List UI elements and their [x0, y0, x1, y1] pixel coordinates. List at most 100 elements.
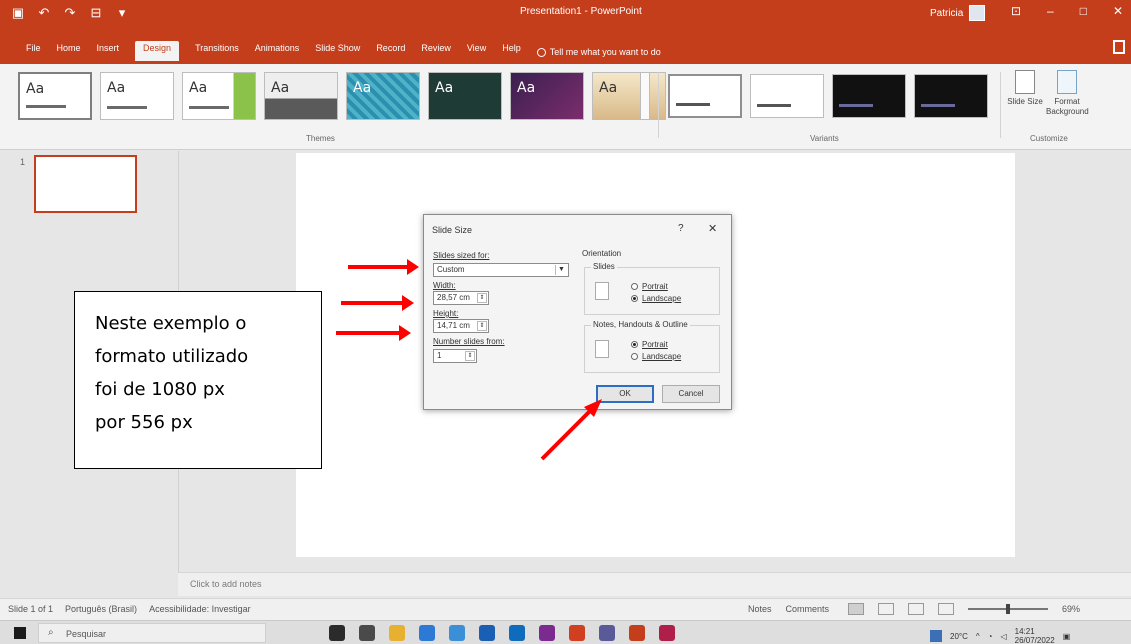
powerpoint-icon[interactable] [629, 625, 645, 641]
weather-temp[interactable]: 20°C [950, 632, 968, 641]
accessibility-status[interactable]: Acessibilidade: Investigar [149, 604, 251, 614]
clock-date: 26/07/2022 [1014, 636, 1055, 644]
comments-toggle[interactable]: Comments [786, 604, 830, 614]
avatar [969, 5, 986, 21]
notes-pane[interactable]: Click to add notes [178, 572, 1131, 596]
share-icon[interactable] [1113, 40, 1125, 54]
app-icon[interactable] [599, 625, 615, 641]
tab-animations[interactable]: Animations [255, 43, 300, 61]
height-field[interactable]: 14,71 cm ⇕ [433, 319, 489, 333]
zoom-slider[interactable] [968, 604, 1048, 614]
tab-file[interactable]: File [26, 43, 41, 61]
app-icon[interactable] [539, 625, 555, 641]
tab-view[interactable]: View [467, 43, 486, 61]
window-controls: ⊡ – □ ✕ [1011, 4, 1123, 18]
office-icon[interactable] [569, 625, 585, 641]
slide-thumbnail[interactable] [34, 155, 137, 213]
zoom-level[interactable]: 69% [1062, 604, 1080, 614]
volume-icon[interactable]: ◁ [1000, 632, 1006, 641]
design-ribbon: Aa Aa Aa Aa Aa Aa Aa Aa Themes Variants … [0, 64, 1131, 150]
store-icon[interactable] [479, 625, 495, 641]
tell-me-search[interactable]: Tell me what you want to do [536, 43, 661, 61]
language-status[interactable]: Português (Brasil) [65, 604, 137, 614]
slides-portrait-radio[interactable]: Portrait [631, 282, 668, 291]
minimize-icon[interactable]: – [1047, 4, 1054, 18]
variant-option[interactable] [750, 74, 824, 118]
cortana-icon[interactable] [329, 625, 345, 641]
windows-start-icon[interactable] [14, 627, 26, 639]
customize-icon[interactable]: ▾ [114, 5, 130, 21]
notifications-icon[interactable]: ▣ [1063, 632, 1071, 641]
task-view-icon[interactable] [359, 625, 375, 641]
number-slides-from-label: Number slides from: [433, 337, 505, 346]
tab-record[interactable]: Record [376, 43, 405, 61]
normal-view-icon[interactable] [848, 603, 864, 615]
app-icon[interactable] [659, 625, 675, 641]
tab-home[interactable]: Home [57, 43, 81, 61]
tab-review[interactable]: Review [421, 43, 451, 61]
reading-view-icon[interactable] [908, 603, 924, 615]
slideshow-view-icon[interactable] [938, 603, 954, 615]
close-icon[interactable]: ✕ [708, 222, 717, 235]
slides-landscape-radio[interactable]: Landscape [631, 294, 681, 303]
maximize-icon[interactable]: □ [1080, 4, 1087, 18]
help-icon[interactable]: ? [678, 223, 684, 234]
ok-button[interactable]: OK [596, 385, 654, 403]
variant-option[interactable] [914, 74, 988, 118]
theme-option[interactable]: Aa [100, 72, 174, 120]
theme-option[interactable]: Aa [428, 72, 502, 120]
theme-option[interactable]: Aa [592, 72, 666, 120]
annotation-text-box: Neste exemplo o formato utilizado foi de… [74, 291, 322, 469]
title-bar: ▣ ↶ ↷ ⊟ ▾ Presentation1 - PowerPoint Pat… [0, 0, 1131, 26]
tab-help[interactable]: Help [502, 43, 521, 61]
file-explorer-icon[interactable] [449, 625, 465, 641]
mail-icon[interactable] [509, 625, 525, 641]
save-icon[interactable]: ▣ [10, 5, 26, 21]
spinner-icon[interactable]: ⇕ [477, 293, 487, 303]
spinner-icon[interactable]: ⇕ [477, 321, 487, 331]
ribbon-display-icon[interactable]: ⊡ [1011, 4, 1021, 18]
clock[interactable]: 14:21 26/07/2022 [1015, 627, 1055, 644]
notes-toggle[interactable]: Notes [748, 604, 772, 614]
theme-option[interactable]: Aa [264, 72, 338, 120]
redo-icon[interactable]: ↷ [62, 5, 78, 21]
number-slides-from-field[interactable]: 1 ⇕ [433, 349, 477, 363]
notes-landscape-radio[interactable]: Landscape [631, 352, 681, 361]
cancel-button[interactable]: Cancel [662, 385, 720, 403]
theme-option[interactable]: Aa [182, 72, 256, 120]
themes-gallery: Aa Aa Aa Aa Aa Aa Aa Aa [18, 72, 666, 120]
theme-office[interactable]: Aa [18, 72, 92, 120]
notes-orientation-group: Notes, Handouts & Outline Portrait Lands… [584, 320, 720, 373]
divider [658, 72, 659, 138]
network-icon[interactable]: ◔ [988, 632, 993, 641]
slide-sorter-icon[interactable] [878, 603, 894, 615]
theme-option[interactable]: Aa [346, 72, 420, 120]
tab-insert[interactable]: Insert [97, 43, 120, 61]
format-background-button[interactable]: Format Background [1046, 70, 1089, 117]
undo-icon[interactable]: ↶ [36, 5, 52, 21]
theme-option[interactable]: Aa [510, 72, 584, 120]
tab-design[interactable]: Design [135, 41, 180, 61]
edge-icon[interactable] [419, 625, 435, 641]
close-window-icon[interactable]: ✕ [1113, 4, 1123, 18]
portrait-page-icon [595, 282, 609, 300]
taskbar-search[interactable]: ⌕ Pesquisar [38, 623, 266, 643]
width-field[interactable]: 28,57 cm ⇕ [433, 291, 489, 305]
slides-orientation-group: Slides Portrait Landscape [584, 262, 720, 315]
tab-slide-show[interactable]: Slide Show [315, 43, 360, 61]
spinner-icon[interactable]: ⇕ [465, 351, 475, 361]
variant-option[interactable] [832, 74, 906, 118]
variant-option[interactable] [668, 74, 742, 118]
tray-arrow-icon[interactable]: ^ [976, 632, 980, 641]
slide-size-button[interactable]: Slide Size [1004, 70, 1046, 107]
chrome-icon[interactable] [389, 625, 405, 641]
ribbon-tabs: File Home Insert Design Transitions Anim… [0, 26, 1131, 64]
themes-scroll-icon[interactable] [640, 72, 650, 120]
annotation-arrow [336, 325, 411, 341]
user-account[interactable]: Patricia [930, 5, 986, 21]
present-icon[interactable]: ⊟ [88, 5, 104, 21]
tab-transitions[interactable]: Transitions [195, 43, 239, 61]
slides-sized-for-select[interactable]: Custom ▼ [433, 263, 569, 277]
notes-portrait-radio[interactable]: Portrait [631, 340, 668, 349]
portrait-page-icon [595, 340, 609, 358]
